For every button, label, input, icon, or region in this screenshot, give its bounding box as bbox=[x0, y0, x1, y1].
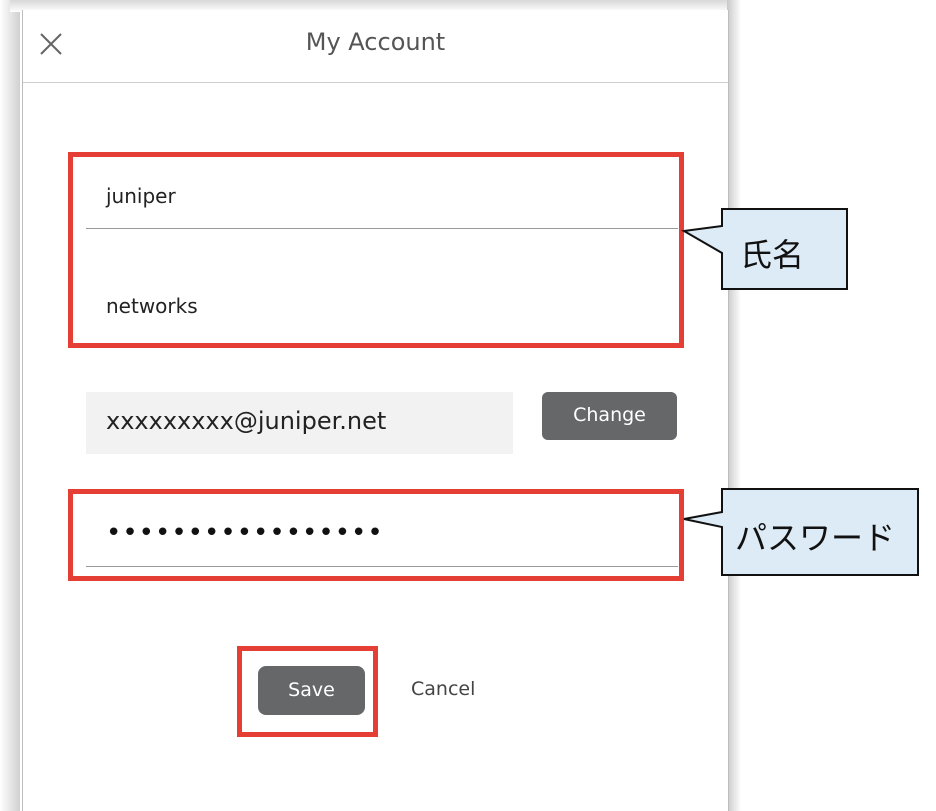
cancel-button[interactable]: Cancel bbox=[411, 678, 475, 700]
change-email-button[interactable]: Change bbox=[542, 392, 677, 440]
window-shadow-right bbox=[727, 0, 741, 811]
email-value: xxxxxxxxx@juniper.net bbox=[106, 407, 387, 435]
password-callout-label: パスワード bbox=[735, 519, 896, 557]
save-highlight-box bbox=[237, 646, 378, 737]
email-field: xxxxxxxxx@juniper.net bbox=[86, 392, 513, 454]
password-highlight-box bbox=[68, 489, 684, 581]
dialog-title: My Account bbox=[305, 28, 446, 56]
name-highlight-box bbox=[68, 152, 684, 348]
window-shadow-left bbox=[0, 0, 20, 811]
name-callout-label: 氏名 bbox=[740, 236, 805, 274]
dialog-header: My Account bbox=[23, 10, 728, 83]
